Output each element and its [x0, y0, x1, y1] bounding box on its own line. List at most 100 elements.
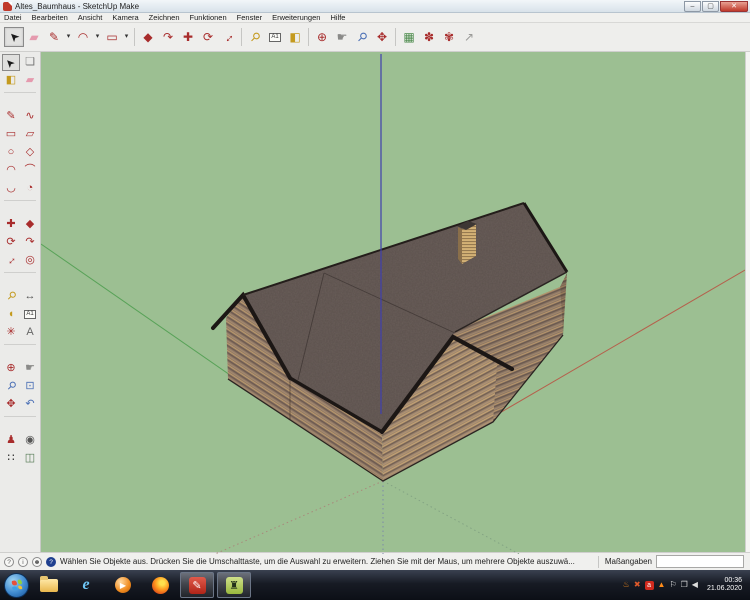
rectangle-dropdown[interactable]: ▾ — [122, 27, 131, 47]
tape-measure-tool[interactable]: ⚲ — [2, 288, 20, 305]
menu-item-ansicht[interactable]: Ansicht — [78, 13, 103, 22]
credits-icon[interactable]: ☻ — [32, 556, 42, 567]
threed-text-tool[interactable]: A — [21, 324, 39, 341]
polygon-tool[interactable]: ◇ — [21, 144, 39, 161]
arc-dropdown[interactable]: ▾ — [93, 27, 102, 47]
menu-item-kamera[interactable]: Kamera — [112, 13, 138, 22]
pushpull-tool[interactable]: ◆ — [138, 27, 158, 47]
position-camera-tool[interactable]: ♟ — [2, 432, 20, 449]
menu-item-funktionen[interactable]: Funktionen — [190, 13, 227, 22]
scale-tool-icon: ↔ — [2, 252, 19, 269]
line-tool[interactable]: ✎ — [2, 108, 20, 125]
dimension-tool[interactable]: ↔ — [21, 288, 39, 305]
pan-tool[interactable]: ☛ — [21, 360, 39, 377]
section-plane-tool[interactable]: ◫ — [21, 450, 39, 467]
zoom-extents-tool-icon: ✥ — [6, 398, 16, 410]
pan-tool[interactable]: ☛ — [332, 27, 352, 47]
orbit-tool[interactable]: ⊕ — [2, 360, 20, 377]
share-component-icon[interactable]: ✾ — [439, 27, 459, 47]
model-viewport[interactable] — [40, 52, 746, 555]
paint-bucket-tool[interactable]: ◧ — [285, 27, 305, 47]
model-canvas[interactable] — [40, 52, 746, 555]
start-button[interactable] — [4, 572, 29, 598]
firefox-icon[interactable] — [143, 572, 177, 598]
zoom-extents-tool[interactable]: ✥ — [372, 27, 392, 47]
rotate-tool[interactable]: ⟳ — [198, 27, 218, 47]
scale-tool[interactable]: ↔ — [2, 252, 20, 269]
previous-view-tool[interactable]: ↶ — [21, 396, 39, 413]
display-icon[interactable]: ❐ — [681, 580, 688, 590]
arc-tool[interactable]: ◠ — [2, 162, 20, 179]
get-models-icon[interactable]: ▦ — [399, 27, 419, 47]
action-center-flag-icon[interactable]: ⚐ — [669, 580, 676, 590]
share-model-icon[interactable]: ✽ — [419, 27, 439, 47]
avast-icon[interactable]: ✖ — [634, 580, 641, 590]
make-component-tool[interactable]: ❏ — [21, 54, 39, 71]
circle-tool[interactable]: ○ — [2, 144, 20, 161]
maximize-button[interactable]: ▢ — [702, 0, 719, 12]
rotate-tool[interactable]: ⟳ — [2, 234, 20, 251]
anydesk-icon[interactable]: a — [644, 580, 654, 590]
select-tool[interactable]: ➤ — [2, 54, 20, 71]
offset-tool[interactable]: ◎ — [21, 252, 39, 269]
measurements-input[interactable] — [656, 555, 744, 568]
train-app-icon[interactable]: ♜ — [217, 572, 251, 598]
volume-icon[interactable]: ◀ — [692, 580, 698, 590]
rectangle-tool[interactable]: ▭ — [102, 27, 122, 47]
layout-export-icon[interactable]: ↗ — [459, 27, 479, 47]
title-bar: Altes_Baumhaus - SketchUp Make – ▢ ✕ — [0, 0, 750, 13]
menu-item-fenster[interactable]: Fenster — [237, 13, 262, 22]
arc-tool[interactable]: ◠ — [73, 27, 93, 47]
text-tool[interactable]: A1 — [265, 27, 285, 47]
tape-measure-tool[interactable]: ⚲ — [245, 27, 265, 47]
pushpull-tool[interactable]: ◆ — [21, 216, 39, 233]
axes-tool[interactable]: ✳ — [2, 324, 20, 341]
walk-tool[interactable]: ∷ — [2, 450, 20, 467]
line-dropdown[interactable]: ▾ — [64, 27, 73, 47]
look-around-tool[interactable]: ◉ — [21, 432, 39, 449]
menu-item-datei[interactable]: Datei — [4, 13, 22, 22]
media-player-icon[interactable]: ▶ — [106, 572, 140, 598]
menu-item-erweiterungen[interactable]: Erweiterungen — [272, 13, 320, 22]
menu-item-zeichnen[interactable]: Zeichnen — [149, 13, 180, 22]
clock-date: 21.06.2020 — [706, 585, 742, 592]
three-point-arc-tool[interactable]: ◡ — [2, 180, 20, 197]
text-tool[interactable]: A1 — [21, 306, 39, 323]
move-tool[interactable]: ✚ — [178, 27, 198, 47]
line-tool[interactable]: ✎ — [44, 27, 64, 47]
freehand-tool[interactable]: ∿ — [21, 108, 39, 125]
help-icon[interactable]: ? — [46, 556, 56, 567]
two-point-arc-tool[interactable]: ⌒ — [21, 162, 39, 179]
model-info-icon[interactable]: i — [18, 556, 28, 567]
geolocation-icon[interactable]: ? — [4, 556, 14, 567]
pie-tool[interactable]: ◔ — [21, 180, 39, 197]
eraser-tool[interactable]: ▰ — [24, 27, 44, 47]
followme-tool-icon: ↷ — [162, 30, 174, 44]
explorer-icon[interactable] — [32, 572, 66, 598]
menu-item-hilfe[interactable]: Hilfe — [330, 13, 345, 22]
minimize-button[interactable]: – — [684, 0, 701, 12]
protractor-tool[interactable]: ◖ — [2, 306, 20, 323]
followme-tool[interactable]: ↷ — [21, 234, 39, 251]
zoom-tool[interactable]: ⚲ — [2, 378, 20, 395]
followme-tool[interactable]: ↷ — [158, 27, 178, 47]
rectangle-tool[interactable]: ▭ — [2, 126, 20, 143]
zoom-tool[interactable]: ⚲ — [352, 27, 372, 47]
select-tool[interactable]: ➤ — [4, 27, 24, 47]
zoom-extents-tool[interactable]: ✥ — [2, 396, 20, 413]
internet-explorer-icon[interactable]: e — [69, 572, 103, 598]
eraser-tool[interactable]: ▰ — [21, 72, 39, 89]
scale-tool[interactable]: ↔ — [218, 27, 238, 47]
taskbar-clock[interactable]: 00:36 21.06.2020 — [707, 577, 742, 593]
close-button[interactable]: ✕ — [720, 0, 748, 12]
sketchup-icon[interactable]: ✎ — [180, 572, 214, 598]
move-tool[interactable]: ✚ — [2, 216, 20, 233]
orbit-tool[interactable]: ⊕ — [312, 27, 332, 47]
rotated-rectangle-tool[interactable]: ▱ — [21, 126, 39, 143]
select-tool-icon: ➤ — [3, 55, 19, 71]
zoom-window-tool[interactable]: ⊡ — [21, 378, 39, 395]
ccleaner-icon[interactable]: ♨ — [623, 580, 630, 590]
vlc-icon[interactable]: ▲ — [658, 580, 666, 590]
menu-item-bearbeiten[interactable]: Bearbeiten — [32, 13, 68, 22]
paint-bucket-tool[interactable]: ◧ — [2, 72, 20, 89]
